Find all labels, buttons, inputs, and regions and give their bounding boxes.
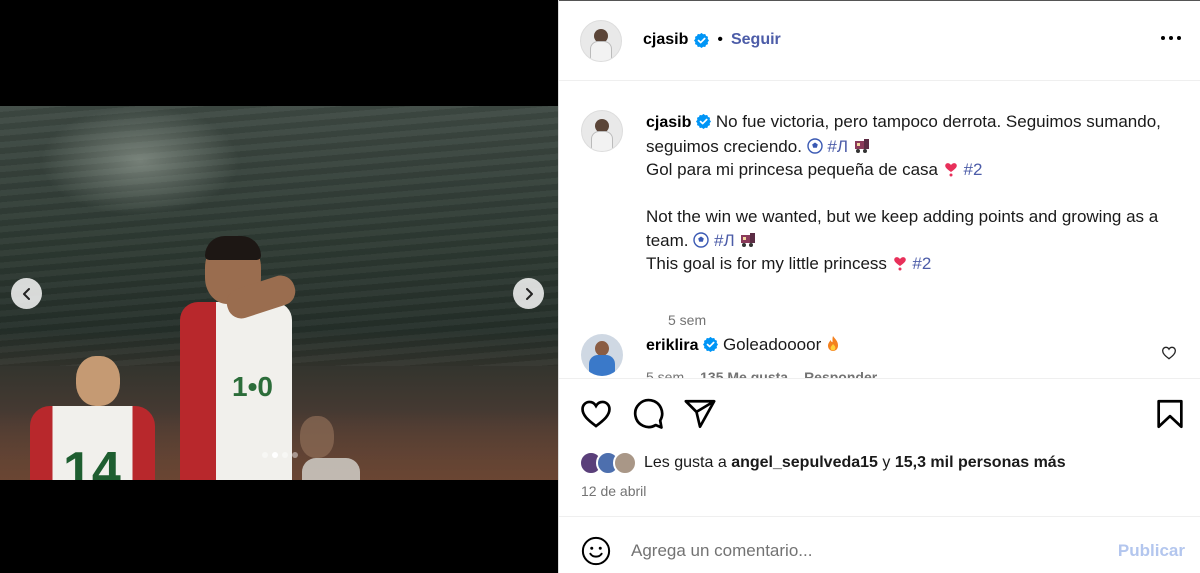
post-media: 14 1•0 <box>0 0 558 573</box>
verified-badge-icon <box>703 337 719 352</box>
comments-section[interactable]: cjasib No fue victoria, pero tampoco der… <box>559 82 1200 378</box>
comment-reply-button[interactable]: Responder <box>804 369 877 378</box>
likes-text: Les gusta a angel_sepulveda15 y 15,3 mil… <box>644 454 1066 472</box>
heart-icon[interactable] <box>579 397 613 431</box>
hashtag-club[interactable]: #Л <box>827 137 848 156</box>
likes-prefix: Les gusta a <box>644 454 727 471</box>
caption-text: cjasib No fue victoria, pero tampoco der… <box>646 110 1196 276</box>
teammate-right-head <box>300 416 334 458</box>
soccer-ball-emoji-icon <box>806 137 823 154</box>
main-player-hair <box>205 236 261 260</box>
train-emoji-icon <box>854 138 869 153</box>
likes-count[interactable]: 15,3 mil personas más <box>895 454 1066 471</box>
comment-timestamp[interactable]: 5 sem <box>646 369 684 378</box>
comment-heart-icon[interactable] <box>1161 345 1177 361</box>
chevron-left-icon <box>22 287 30 300</box>
carousel-dot <box>262 452 268 458</box>
teammate-right-shirt <box>302 458 360 480</box>
comment-input[interactable] <box>631 531 1091 571</box>
header-separator: • <box>717 31 723 48</box>
stadium-light <box>40 106 240 216</box>
comment-text: Goleadoooor <box>722 335 822 354</box>
smiley-icon[interactable] <box>581 536 611 566</box>
comment-likes-count[interactable]: 135 Me gusta <box>700 369 788 378</box>
heart-exclamation-emoji-icon <box>893 257 906 271</box>
fire-emoji-icon <box>828 336 838 351</box>
publish-button[interactable]: Publicar <box>1118 541 1185 561</box>
post-date[interactable]: 12 de abril <box>581 483 646 499</box>
comment-composer: Publicar <box>559 516 1200 573</box>
post-header: cjasib • Seguir <box>559 0 1200 81</box>
hashtag-number[interactable]: #2 <box>963 160 982 179</box>
caption-line-1: No fue victoria, pero tampoco derrota. S… <box>646 112 1161 156</box>
author-username[interactable]: cjasib <box>643 31 688 49</box>
liker-avatar <box>613 451 637 475</box>
paper-plane-icon[interactable] <box>683 397 717 431</box>
comment-text-row: eriklira Goleadoooor <box>646 335 840 355</box>
comment-meta: 5 sem 135 Me gusta Responder <box>646 369 877 378</box>
caption-author-avatar[interactable] <box>581 110 623 152</box>
caption-timestamp[interactable]: 5 sem <box>668 312 706 328</box>
main-player-sponsor: 1•0 <box>232 371 273 402</box>
post-actions: Les gusta a angel_sepulveda15 y 15,3 mil… <box>559 378 1200 516</box>
teammate-left-head <box>76 356 120 406</box>
post-photo[interactable]: 14 1•0 <box>0 106 558 480</box>
caption-line-4: This goal is for my little princess <box>646 254 887 273</box>
commenter-avatar[interactable] <box>581 334 623 376</box>
hashtag-club[interactable]: #Л <box>714 231 735 250</box>
heart-exclamation-emoji-icon <box>944 163 957 177</box>
comment-bubble-icon[interactable] <box>631 397 665 431</box>
bookmark-icon[interactable] <box>1153 397 1187 431</box>
post-side-panel: cjasib • Seguir cjasib No fue victoria, … <box>558 0 1200 573</box>
hashtag-number[interactable]: #2 <box>912 254 931 273</box>
verified-badge-icon <box>696 114 712 129</box>
commenter-username[interactable]: eriklira <box>646 337 698 354</box>
soccer-ball-emoji-icon <box>693 231 709 248</box>
caption-username[interactable]: cjasib <box>646 114 691 131</box>
train-emoji-icon <box>741 232 756 247</box>
carousel-next-button[interactable] <box>513 278 544 309</box>
likes-user[interactable]: angel_sepulveda15 <box>731 454 878 471</box>
carousel-dot <box>282 452 288 458</box>
follow-button[interactable]: Seguir <box>731 31 781 49</box>
caption-line-2: Gol para mi princesa pequeña de casa <box>646 160 939 179</box>
likes-middle: y <box>882 454 891 471</box>
chevron-right-icon <box>525 287 533 300</box>
more-options-icon[interactable] <box>1161 30 1181 46</box>
author-avatar[interactable] <box>580 20 622 62</box>
carousel-prev-button[interactable] <box>11 278 42 309</box>
carousel-indicator <box>262 452 298 458</box>
carousel-dot <box>292 452 298 458</box>
verified-badge-icon <box>694 32 710 48</box>
carousel-dot-active <box>272 452 278 458</box>
likes-summary[interactable]: Les gusta a angel_sepulveda15 y 15,3 mil… <box>579 451 1066 475</box>
teammate-left-number: 14 <box>63 442 121 480</box>
